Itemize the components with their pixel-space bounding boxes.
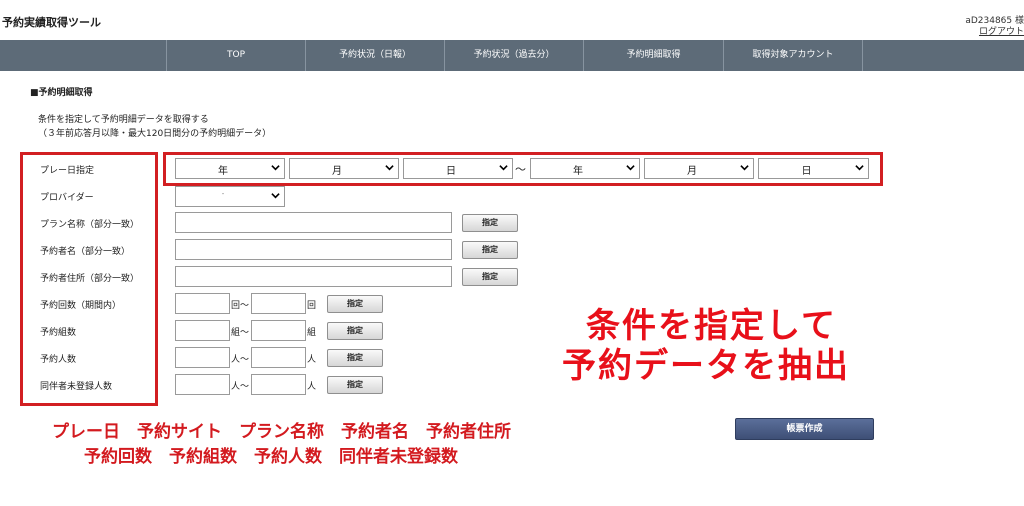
- nav-daily-status[interactable]: 予約状況（日報）: [305, 40, 444, 71]
- count-specify-button[interactable]: 指定: [327, 295, 383, 313]
- people-to-input[interactable]: [251, 347, 306, 368]
- groups-to-input[interactable]: [251, 320, 306, 341]
- count-to-input[interactable]: [251, 293, 306, 314]
- people-from-input[interactable]: [175, 347, 230, 368]
- nav-reservation-details[interactable]: 予約明細取得: [583, 40, 723, 71]
- count-from-input[interactable]: [175, 293, 230, 314]
- app-title: 予約実績取得ツール: [2, 16, 101, 29]
- people-unit-to: 人: [307, 355, 317, 365]
- count-unit-from: 回: [231, 301, 241, 311]
- booker-address-input[interactable]: [175, 266, 452, 287]
- unregistered-specify-button[interactable]: 指定: [327, 376, 383, 394]
- plan-name-specify-button[interactable]: 指定: [462, 214, 518, 232]
- groups-from-input[interactable]: [175, 320, 230, 341]
- people-unit-from: 人: [231, 355, 241, 365]
- chevron-down-icon: [271, 193, 280, 199]
- groups-specify-button[interactable]: 指定: [327, 322, 383, 340]
- description-line-2: （３年前応答月以降・最大120日間分の予約明細データ）: [38, 129, 272, 139]
- booker-address-specify-button[interactable]: 指定: [462, 268, 518, 286]
- people-specify-button[interactable]: 指定: [327, 349, 383, 367]
- booker-name-input[interactable]: [175, 239, 452, 260]
- unregistered-unit-from: 人: [231, 382, 241, 392]
- booker-name-specify-button[interactable]: 指定: [462, 241, 518, 259]
- people-range-tilde: ～: [240, 355, 250, 365]
- create-report-button[interactable]: 帳票作成: [735, 418, 874, 440]
- annotation-big-line-2: 予約データを抽出: [562, 346, 850, 386]
- groups-range-tilde: ～: [240, 328, 250, 338]
- annotation-fields-line-2: 予約回数 予約組数 予約人数 同伴者未登録数: [84, 447, 458, 467]
- provider-select[interactable]: -: [175, 186, 285, 207]
- annotation-fields-line-1: プレー日 予約サイト プラン名称 予約者名 予約者住所: [52, 422, 511, 442]
- groups-unit-from: 組: [231, 328, 241, 338]
- unregistered-unit-to: 人: [307, 382, 317, 392]
- unregistered-to-input[interactable]: [251, 374, 306, 395]
- navbar: TOP 予約状況（日報） 予約状況（過去分） 予約明細取得 取得対象アカウント: [0, 40, 1024, 71]
- unregistered-range-tilde: ～: [240, 382, 250, 392]
- plan-name-input[interactable]: [175, 212, 452, 233]
- count-range-tilde: ～: [240, 301, 250, 311]
- description-line-1: 条件を指定して予約明細データを取得する: [38, 115, 209, 125]
- nav-past-status[interactable]: 予約状況（過去分）: [444, 40, 583, 71]
- groups-unit-to: 組: [307, 328, 317, 338]
- nav-top[interactable]: TOP: [166, 40, 305, 71]
- date-highlight-box: [163, 152, 883, 186]
- labels-highlight-box: [20, 152, 158, 406]
- provider-value: -: [221, 190, 225, 198]
- unregistered-from-input[interactable]: [175, 374, 230, 395]
- logout-link[interactable]: ログアウト: [979, 24, 1024, 37]
- section-title: ■予約明細取得: [30, 88, 93, 98]
- nav-target-accounts[interactable]: 取得対象アカウント: [723, 40, 863, 71]
- count-unit-to: 回: [307, 301, 317, 311]
